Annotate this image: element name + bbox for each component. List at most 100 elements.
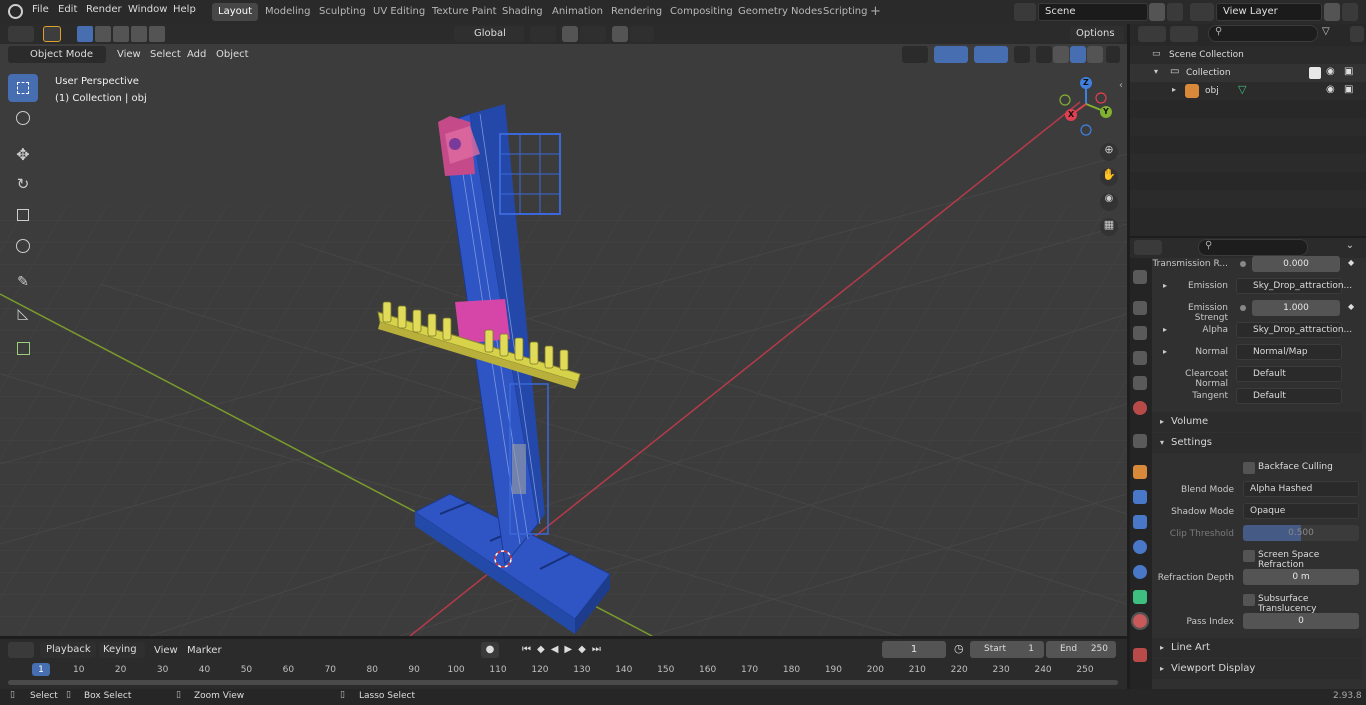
jump-start-icon[interactable]: ⏮ bbox=[522, 644, 537, 655]
tab-compositing[interactable]: Compositing bbox=[664, 3, 739, 21]
emission-field[interactable]: Sky_Drop_attraction... bbox=[1236, 278, 1352, 294]
timeline-menu-marker[interactable]: Marker bbox=[187, 645, 222, 656]
tab-rendering[interactable]: Rendering bbox=[605, 3, 668, 21]
texture-tab-icon[interactable] bbox=[1133, 648, 1147, 662]
viewport-menu-add[interactable]: Add bbox=[187, 49, 206, 60]
keying-dropdown[interactable]: Keying bbox=[99, 642, 145, 658]
outliner-editor-type-icon[interactable] bbox=[1138, 26, 1166, 42]
scale-tool-icon[interactable] bbox=[8, 201, 38, 229]
viewport-menu-select[interactable]: Select bbox=[150, 49, 181, 60]
editor-type-icon[interactable] bbox=[8, 26, 34, 42]
collection-visibility-icon[interactable]: ◉ bbox=[1326, 66, 1335, 77]
collection-tab-icon[interactable] bbox=[1133, 434, 1147, 448]
add-cube-tool-icon[interactable] bbox=[8, 334, 38, 362]
line-art-label[interactable]: Line Art bbox=[1171, 642, 1210, 653]
socket-icon[interactable] bbox=[1240, 305, 1246, 311]
viewport-display-expand-icon[interactable]: ▸ bbox=[1160, 664, 1164, 673]
tab-layout[interactable]: Layout bbox=[212, 3, 258, 21]
tab-texture-paint[interactable]: Texture Paint bbox=[426, 3, 503, 21]
select-invert-icon[interactable] bbox=[131, 26, 147, 42]
navigation-gizmo[interactable]: Z Y X bbox=[1056, 74, 1116, 136]
constraints-tab-icon[interactable] bbox=[1133, 565, 1147, 579]
pass-index-value[interactable]: 0 bbox=[1243, 613, 1359, 629]
keyframe-icon[interactable]: ◆ bbox=[1348, 258, 1354, 267]
measure-tool-icon[interactable]: ◺ bbox=[8, 300, 38, 328]
rendered-shading-icon[interactable] bbox=[1087, 46, 1103, 63]
subsurface-checkbox[interactable] bbox=[1243, 594, 1255, 606]
collection-expand-icon[interactable]: ▾ bbox=[1154, 67, 1158, 76]
current-frame-field[interactable]: 1 bbox=[882, 641, 946, 658]
render-tab-icon[interactable] bbox=[1133, 301, 1147, 315]
outliner-search-icon[interactable]: ⚲ bbox=[1208, 25, 1318, 42]
overlays-toggle-icon[interactable] bbox=[974, 46, 1008, 63]
volume-label[interactable]: Volume bbox=[1171, 416, 1208, 427]
particles-tab-icon[interactable] bbox=[1133, 515, 1147, 529]
end-frame-field[interactable]: End 250 bbox=[1046, 641, 1116, 658]
pan-view-icon[interactable]: ✋ bbox=[1100, 168, 1118, 186]
select-extend-icon[interactable] bbox=[95, 26, 111, 42]
physics-tab-icon[interactable] bbox=[1133, 540, 1147, 554]
obj-expand-icon[interactable]: ▸ bbox=[1172, 85, 1176, 94]
start-frame-field[interactable]: Start 1 bbox=[970, 641, 1044, 658]
scene-selector-icon[interactable] bbox=[1014, 3, 1036, 21]
ssr-checkbox[interactable] bbox=[1243, 550, 1255, 562]
jump-end-icon[interactable]: ⏭ bbox=[592, 644, 607, 655]
delete-view-layer-icon[interactable] bbox=[1342, 3, 1358, 21]
normal-field[interactable]: Normal/Map bbox=[1236, 344, 1342, 360]
snap-target-icon[interactable] bbox=[580, 26, 606, 42]
object-tab-icon[interactable] bbox=[1133, 465, 1147, 479]
socket-icon[interactable] bbox=[1240, 261, 1246, 267]
tab-sculpting[interactable]: Sculpting bbox=[313, 3, 372, 21]
snap-toggle-icon[interactable] bbox=[562, 26, 578, 42]
settings-label[interactable]: Settings bbox=[1171, 437, 1212, 448]
solid-shading-icon[interactable] bbox=[1053, 46, 1069, 63]
emission-strength-value[interactable]: 1.000 bbox=[1252, 300, 1340, 316]
viewport-display-label[interactable]: Viewport Display bbox=[1171, 663, 1255, 674]
new-view-layer-icon[interactable] bbox=[1324, 3, 1340, 21]
select-box-tool-icon[interactable] bbox=[8, 74, 38, 102]
transform-orientation-dropdown[interactable]: Global bbox=[454, 26, 524, 42]
menu-edit[interactable]: Edit bbox=[58, 4, 77, 15]
viewport-menu-object[interactable]: Object bbox=[216, 49, 249, 60]
timeline-scrollbar[interactable] bbox=[8, 680, 1118, 685]
menu-render[interactable]: Render bbox=[86, 4, 122, 15]
refraction-depth-value[interactable]: 0 m bbox=[1243, 569, 1359, 585]
playback-dropdown[interactable]: Playback bbox=[40, 642, 96, 658]
timeline-menu-view[interactable]: View bbox=[154, 645, 178, 656]
menu-file[interactable]: File bbox=[32, 4, 49, 15]
object-mode-dropdown[interactable]: Object Mode bbox=[8, 46, 106, 63]
collection-label[interactable]: Collection bbox=[1186, 68, 1231, 78]
rotate-tool-icon[interactable]: ↻ bbox=[8, 170, 38, 198]
scene-tab-icon[interactable] bbox=[1133, 376, 1147, 390]
line-art-expand-icon[interactable]: ▸ bbox=[1160, 643, 1164, 652]
tab-modeling[interactable]: Modeling bbox=[259, 3, 317, 21]
tab-shading[interactable]: Shading bbox=[496, 3, 549, 21]
cursor-tool-icon[interactable] bbox=[8, 104, 38, 132]
tool-cursor-icon[interactable] bbox=[43, 26, 61, 42]
viewport-menu-view[interactable]: View bbox=[117, 49, 141, 60]
transform-tool-icon[interactable] bbox=[8, 232, 38, 260]
gizmo-toggle-icon[interactable] bbox=[934, 46, 968, 63]
perspective-toggle-icon[interactable]: ▦ bbox=[1100, 218, 1118, 236]
tab-uv-editing[interactable]: UV Editing bbox=[367, 3, 431, 21]
view-layer-icon[interactable] bbox=[1190, 3, 1214, 21]
obj-render-icon[interactable]: ▣ bbox=[1344, 84, 1353, 95]
properties-search-icon[interactable]: ⚲ bbox=[1198, 239, 1308, 256]
transmission-value[interactable]: 0.000 bbox=[1252, 256, 1340, 272]
tab-animation[interactable]: Animation bbox=[546, 3, 609, 21]
view-layer-field[interactable]: View Layer bbox=[1216, 3, 1322, 21]
view-layer-tab-icon[interactable] bbox=[1133, 351, 1147, 365]
select-subtract-icon[interactable] bbox=[113, 26, 129, 42]
play-reverse-icon[interactable]: ◀ bbox=[551, 644, 565, 655]
menu-help[interactable]: Help bbox=[173, 4, 196, 15]
select-new-icon[interactable] bbox=[77, 26, 93, 42]
tab-scripting[interactable]: Scripting bbox=[817, 3, 873, 21]
collection-render-icon[interactable]: ▣ bbox=[1344, 66, 1353, 77]
zoom-view-icon[interactable]: ⊕ bbox=[1100, 143, 1118, 161]
proportional-edit-icon[interactable] bbox=[612, 26, 628, 42]
obj-label[interactable]: obj bbox=[1205, 86, 1219, 96]
properties-editor-type-icon[interactable] bbox=[1134, 240, 1162, 255]
data-tab-icon[interactable] bbox=[1133, 590, 1147, 604]
shadow-mode-dropdown[interactable]: Opaque bbox=[1243, 503, 1359, 519]
filter-icon[interactable]: ▽ bbox=[1322, 26, 1348, 42]
